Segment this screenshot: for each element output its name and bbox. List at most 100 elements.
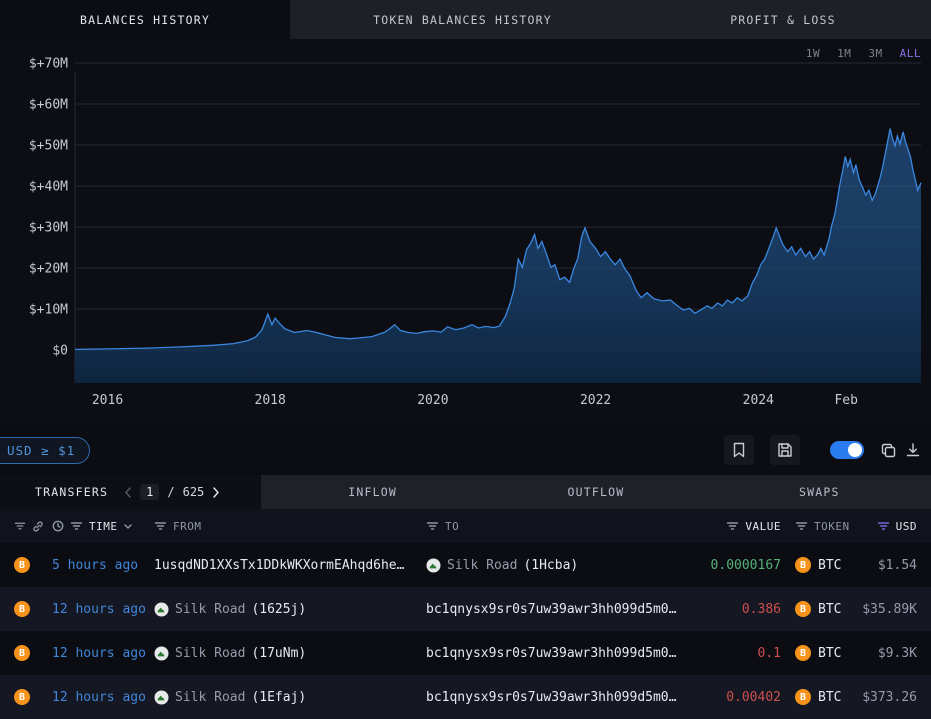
btc-token-icon: B xyxy=(795,601,811,617)
token-symbol: BTC xyxy=(818,602,841,617)
range-button-1m[interactable]: 1M xyxy=(837,47,851,60)
transfer-time-link[interactable]: 12 hours ago xyxy=(44,690,154,705)
tab-balances-history[interactable]: BALANCES HISTORY xyxy=(0,0,290,39)
transfer-time-link[interactable]: 5 hours ago xyxy=(44,558,154,573)
tab-token-balances-history[interactable]: TOKEN BALANCES HISTORY xyxy=(290,0,635,39)
tab-inflow[interactable]: INFLOW xyxy=(261,475,484,509)
chain-cell: B xyxy=(14,557,44,573)
address-text: bc1qnysx9sr0s7uw39awr3hh099d5m0… xyxy=(426,646,676,661)
silk-road-entity-icon xyxy=(154,602,169,617)
table-row: B 5 hours ago1usqdND1XXsTx1DDkWKXormEAhqd… xyxy=(0,543,931,587)
page-separator: / xyxy=(167,485,174,499)
btc-token-icon: B xyxy=(795,645,811,661)
token-symbol: BTC xyxy=(818,690,841,705)
usd-column-header[interactable]: USD xyxy=(853,520,917,533)
token-symbol: BTC xyxy=(818,558,841,573)
from-cell[interactable]: Silk Road(1Efaj) xyxy=(154,690,426,705)
filter-icon[interactable] xyxy=(795,521,808,531)
current-page[interactable]: 1 xyxy=(140,484,159,500)
token-symbol: BTC xyxy=(818,646,841,661)
entity-name: Silk Road xyxy=(175,646,245,661)
address-text: 1usqdND1XXsTx1DDkWKXormEAhqd6he… xyxy=(154,558,404,573)
from-cell[interactable]: Silk Road (17uNm) xyxy=(154,646,426,661)
top-tab-bar: BALANCES HISTORY TOKEN BALANCES HISTORY … xyxy=(0,0,931,39)
to-cell[interactable]: Silk Road(1Hcba) xyxy=(426,558,686,573)
y-tick-label: $0 xyxy=(52,344,68,359)
toggle-knob xyxy=(848,443,862,457)
chain-cell: B xyxy=(14,645,44,661)
transfers-title: TRANSFERS xyxy=(35,485,108,499)
copy-button[interactable] xyxy=(880,442,897,459)
tab-swaps[interactable]: SWAPS xyxy=(708,475,931,509)
transfer-value: 0.0000167 xyxy=(686,558,781,573)
time-range-selector: 1W 1M 3M ALL xyxy=(806,47,921,60)
tab-profit-and-loss[interactable]: PROFIT & LOSS xyxy=(635,0,931,39)
entity-name: Silk Road xyxy=(175,602,245,617)
to-cell[interactable]: bc1qnysx9sr0s7uw39awr3hh099d5m0… xyxy=(426,602,686,617)
filter-icon-active[interactable] xyxy=(877,521,890,531)
chain-cell: B xyxy=(14,689,44,705)
btc-chain-icon: B xyxy=(14,601,30,617)
prev-page-button[interactable] xyxy=(124,487,132,498)
filter-icon[interactable] xyxy=(426,521,439,531)
token-column-header[interactable]: TOKEN xyxy=(781,520,853,533)
y-tick-label: $+50M xyxy=(29,139,68,154)
clock-icon xyxy=(52,520,64,532)
chevron-left-icon xyxy=(124,487,132,498)
entity-name: Silk Road xyxy=(447,558,517,573)
pagination: 1 / 625 xyxy=(124,484,220,500)
transfer-usd: $373.26 xyxy=(853,690,917,705)
transfers-table-header: TIME FROM TO VALUE TOKEN USD xyxy=(0,509,931,543)
usd-filter-pill[interactable]: USD ≥ $1 xyxy=(0,437,90,464)
transfers-tab[interactable]: TRANSFERS 1 / 625 xyxy=(0,475,261,509)
usd-toggle[interactable] xyxy=(830,441,864,459)
transfer-usd: $35.89K xyxy=(853,602,917,617)
silk-road-entity-icon xyxy=(426,558,441,573)
chevron-down-icon[interactable] xyxy=(124,524,132,529)
download-icon xyxy=(905,442,921,458)
from-cell[interactable]: 1usqdND1XXsTx1DDkWKXormEAhqd6he… xyxy=(154,558,426,573)
range-button-all[interactable]: ALL xyxy=(900,47,921,60)
to-cell[interactable]: bc1qnysx9sr0s7uw39awr3hh099d5m0… xyxy=(426,690,686,705)
filter-icon[interactable] xyxy=(14,521,26,531)
table-row: B 12 hours agoSilk Road(1625j)bc1qnysx9sr… xyxy=(0,587,931,631)
chain-cell: B xyxy=(14,601,44,617)
btc-token-icon: B xyxy=(795,557,811,573)
total-pages: 625 xyxy=(183,485,205,499)
time-column-header[interactable]: TIME xyxy=(44,520,154,533)
save-button[interactable] xyxy=(770,435,800,465)
table-row: B12 hours agoSilk Road(17uNm)bc1qnysx9sr… xyxy=(0,631,931,675)
transfer-value: 0.1 xyxy=(686,646,781,661)
x-tick-label: 2022 xyxy=(580,393,611,408)
range-button-1w[interactable]: 1W xyxy=(806,47,820,60)
bookmark-button[interactable] xyxy=(724,435,754,465)
silk-road-entity-icon xyxy=(154,646,169,661)
transfers-table-body: B 5 hours ago1usqdND1XXsTx1DDkWKXormEAhqd… xyxy=(0,543,931,719)
filter-icon[interactable] xyxy=(70,521,83,531)
y-tick-label: $+40M xyxy=(29,180,68,195)
token-cell: B BTC xyxy=(781,645,853,661)
transfer-time-link[interactable]: 12 hours ago xyxy=(44,602,154,617)
link-icon[interactable] xyxy=(32,520,44,533)
y-tick-label: $+70M xyxy=(29,57,68,72)
next-page-button[interactable] xyxy=(212,487,220,498)
bookmark-icon xyxy=(732,442,746,458)
entity-tag: (17uNm) xyxy=(251,646,306,661)
to-cell[interactable]: bc1qnysx9sr0s7uw39awr3hh099d5m0… xyxy=(426,646,686,661)
tab-outflow[interactable]: OUTFLOW xyxy=(484,475,707,509)
from-cell[interactable]: Silk Road(1625j) xyxy=(154,602,426,617)
btc-chain-icon: B xyxy=(14,689,30,705)
value-column-header[interactable]: VALUE xyxy=(686,520,781,533)
from-column-header[interactable]: FROM xyxy=(154,520,426,533)
x-tick-label: 2020 xyxy=(417,393,448,408)
btc-token-icon: B xyxy=(795,689,811,705)
btc-chain-icon: B xyxy=(14,557,30,573)
range-button-3m[interactable]: 3M xyxy=(868,47,882,60)
filter-icon[interactable] xyxy=(726,521,739,531)
download-button[interactable] xyxy=(905,442,921,458)
filter-icon[interactable] xyxy=(154,521,167,531)
balance-area-chart[interactable]: $+70M$+60M$+50M$+40M$+30M$+20M$+10M$0201… xyxy=(0,39,931,425)
x-tick-label: 2024 xyxy=(743,393,774,408)
to-column-header[interactable]: TO xyxy=(426,520,686,533)
transfer-time-link[interactable]: 12 hours ago xyxy=(44,646,154,661)
